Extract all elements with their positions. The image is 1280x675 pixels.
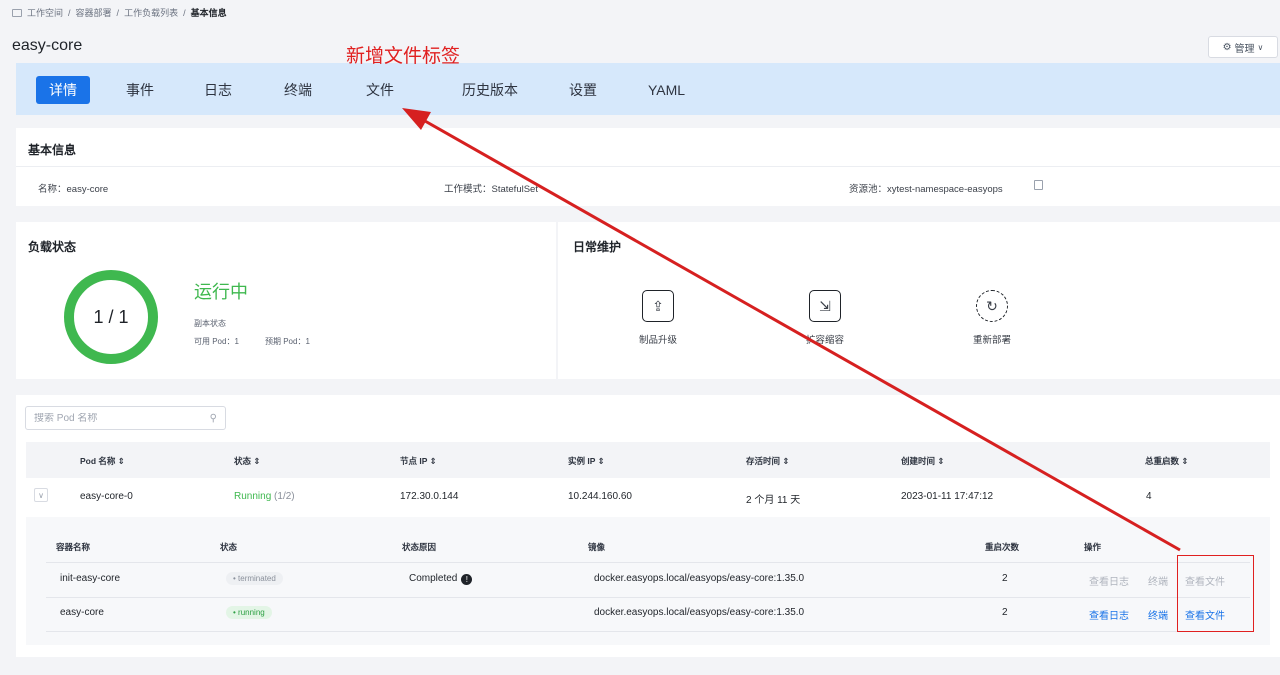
highlight-box (1177, 555, 1254, 632)
container-image: docker.easyops.local/easyops/easy-core:1… (594, 573, 805, 584)
run-status: 运行中 (194, 282, 248, 302)
resource-pool: 资源池：xytest-namespace-easyops (849, 184, 1003, 195)
col-node-ip[interactable]: 节点 IP ⇕ (400, 455, 437, 467)
page-title: easy-core (12, 37, 83, 54)
tab-logs[interactable]: 日志 (204, 76, 232, 104)
col-restarts[interactable]: 总重启数 ⇕ (1145, 455, 1188, 467)
tab-history[interactable]: 历史版本 (462, 76, 518, 104)
row-divider (46, 562, 1250, 563)
basic-info-card (16, 128, 1280, 206)
redeploy-action[interactable]: ↻ 重新部署 (952, 290, 1032, 346)
row-divider (46, 597, 1250, 598)
breadcrumb-workspace[interactable]: 工作空间 (27, 6, 63, 19)
pod-name: easy-core-0 (80, 491, 133, 502)
maintenance-title: 日常维护 (573, 240, 622, 254)
col-container-status: 状态 (220, 542, 238, 552)
tab-details[interactable]: 详情 (36, 76, 90, 104)
basic-info-title: 基本信息 (28, 143, 77, 157)
breadcrumb: 工作空间 / 容器部署 / 工作负载列表 / 基本信息 (12, 6, 227, 19)
tab-files[interactable]: 文件 (366, 76, 394, 104)
instance-ip: 10.244.160.60 (568, 491, 632, 502)
container-restarts: 2 (1002, 573, 1008, 584)
view-logs-link[interactable]: 查看日志 (1089, 607, 1129, 622)
tab-bar: 详情 事件 日志 终端 文件 历史版本 设置 YAML (16, 63, 1280, 115)
created-time: 2023-01-11 17:47:12 (901, 491, 994, 502)
terminal-link[interactable]: 终端 (1148, 607, 1168, 622)
divider (16, 166, 1280, 167)
chevron-down-icon: ∨ (1257, 42, 1264, 52)
node-ip: 172.30.0.144 (400, 491, 459, 502)
pod-search[interactable]: ⚲ (25, 406, 226, 430)
col-created[interactable]: 创建时间 ⇕ (901, 455, 944, 467)
col-instance-ip[interactable]: 实例 IP ⇕ (568, 455, 605, 467)
container-name: init-easy-core (60, 573, 121, 584)
container-restarts: 2 (1002, 607, 1008, 618)
col-status-reason: 状态原因 (402, 542, 437, 552)
work-mode: 工作模式：StatefulSet (444, 184, 538, 195)
status-badge: • running (226, 606, 272, 619)
copy-icon[interactable] (1034, 180, 1043, 190)
breadcrumb-workload-list[interactable]: 工作负载列表 (124, 6, 178, 19)
gear-icon: ⚙ (1222, 41, 1232, 53)
col-status[interactable]: 状态 ⇕ (234, 455, 260, 467)
load-status-title: 负载状态 (28, 240, 77, 254)
pod-status-text: Running (234, 491, 272, 502)
status-reason-text: Completed (409, 573, 458, 584)
restart-count: 4 (1146, 491, 1152, 502)
expand-row-button[interactable]: ∨ (34, 488, 48, 502)
row-divider (46, 631, 1250, 632)
pod-status-count: (1/2) (274, 491, 295, 502)
col-image: 镜像 (588, 542, 606, 552)
breadcrumb-separator: / (68, 7, 71, 18)
scale-label: 扩容缩容 (805, 335, 844, 346)
col-uptime[interactable]: 存活时间 ⇕ (746, 455, 789, 467)
upgrade-label: 制品升级 (638, 335, 677, 346)
info-icon[interactable]: ! (461, 574, 473, 585)
manage-label: 管理 (1234, 43, 1255, 55)
pod-status: Running (1/2) (234, 491, 295, 502)
breadcrumb-current: 基本信息 (190, 8, 227, 18)
pod-search-input[interactable] (34, 412, 194, 424)
upgrade-icon: ⇪ (642, 290, 674, 322)
upgrade-action[interactable]: ⇪ 制品升级 (618, 290, 698, 346)
col-container-restarts: 重启次数 (985, 542, 1020, 552)
search-icon: ⚲ (209, 412, 217, 424)
tab-terminal[interactable]: 终端 (284, 76, 312, 104)
workspace-icon (12, 8, 22, 17)
uptime: 2 个月 11 天 (746, 495, 801, 506)
view-logs-link[interactable]: 查看日志 (1089, 573, 1129, 588)
annotation-label: 新增文件标签 (346, 46, 461, 67)
replica-ring: 1 / 1 (64, 270, 158, 364)
scale-action[interactable]: ⇲ 扩容缩容 (785, 290, 865, 346)
pod-table-header (26, 442, 1270, 478)
workload-name: 名称：easy-core (38, 184, 109, 195)
redeploy-label: 重新部署 (972, 335, 1011, 346)
tab-yaml[interactable]: YAML (648, 76, 685, 104)
manage-button[interactable]: ⚙ 管理 ∨ (1208, 36, 1278, 58)
breadcrumb-separator: / (183, 7, 186, 18)
replica-label: 副本状态 (194, 319, 226, 328)
col-pod-name[interactable]: Pod 名称 ⇕ (80, 455, 125, 467)
expected-pods: 预期 Pod：1 (265, 337, 310, 346)
replica-ratio: 1 / 1 (93, 306, 129, 327)
tab-events[interactable]: 事件 (126, 76, 154, 104)
container-name: easy-core (60, 607, 104, 618)
terminal-link[interactable]: 终端 (1148, 573, 1168, 588)
breadcrumb-deploy[interactable]: 容器部署 (76, 6, 112, 19)
container-image: docker.easyops.local/easyops/easy-core:1… (594, 607, 805, 618)
scale-icon: ⇲ (809, 290, 841, 322)
col-actions: 操作 (1084, 542, 1102, 552)
tab-settings[interactable]: 设置 (569, 76, 597, 104)
col-container-name: 容器名称 (56, 542, 91, 552)
status-badge: • terminated (226, 572, 283, 585)
redeploy-icon: ↻ (976, 290, 1008, 322)
breadcrumb-separator: / (116, 7, 120, 18)
available-pods: 可用 Pod：1 (194, 337, 239, 346)
status-reason: Completed! (409, 573, 473, 585)
